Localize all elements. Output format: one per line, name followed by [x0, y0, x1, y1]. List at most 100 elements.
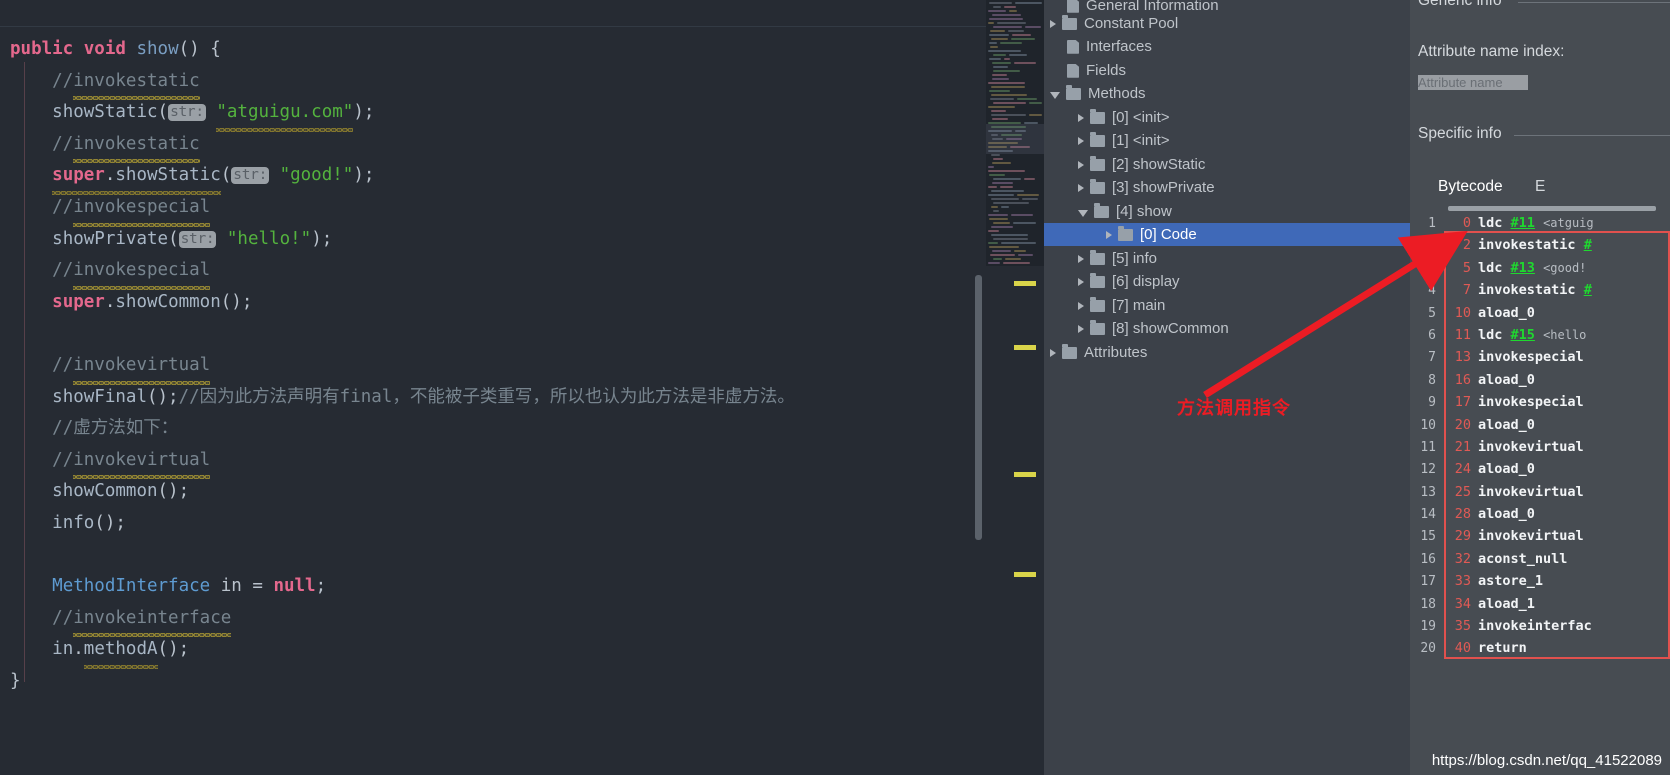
code-line[interactable]: in.methodA(); — [10, 634, 795, 669]
tree-item-5-info[interactable]: [5] info — [1044, 247, 1410, 270]
code-line[interactable]: info(); — [10, 508, 795, 540]
tree-item-6-display[interactable]: [6] display — [1044, 270, 1410, 293]
minimap-viewport-indicator[interactable] — [986, 124, 1044, 154]
code-line[interactable]: super.showCommon(); — [10, 287, 795, 319]
chevron-right-icon[interactable] — [1078, 160, 1084, 169]
code-editor-pane[interactable]: public void show() { //invokestatic show… — [0, 0, 1044, 775]
source-code[interactable]: public void show() { //invokestatic show… — [10, 34, 795, 697]
code-line[interactable]: //虚方法如下： — [10, 413, 795, 445]
keyword-token: void — [83, 39, 126, 59]
code-line[interactable]: showFinal();//因为此方法声明有final，不能被子类重写，所以也认… — [10, 382, 795, 414]
code-line[interactable]: //invokeinterface — [10, 603, 795, 637]
bytecode-row[interactable]: 11 21 invokevirtual — [1410, 436, 1670, 458]
tree-item-interfaces[interactable]: Interfaces — [1044, 35, 1410, 58]
code-line[interactable] — [10, 318, 795, 350]
bytecode-instruction-list[interactable]: 1 0 ldc #11 <atguig 2 2 invokestatic #3 5 ldc #… — [1410, 212, 1670, 660]
code-line[interactable]: public void show() { — [10, 34, 795, 66]
detail-tabs[interactable]: Bytecode E — [1410, 176, 1670, 202]
bytecode-row[interactable]: 10 20 aload_0 — [1410, 414, 1670, 436]
tree-item-4-show[interactable]: [4] show — [1044, 200, 1410, 223]
gutter-bookmark-icon[interactable] — [1014, 472, 1036, 477]
code-line[interactable]: showStatic(str: "atguigu.com"); — [10, 97, 795, 132]
tree-item-methods[interactable]: Methods — [1044, 82, 1410, 105]
code-line[interactable]: //invokespecial — [10, 255, 795, 290]
minimap-code-line — [1005, 258, 1021, 260]
code-line[interactable]: //invokevirtual — [10, 350, 795, 385]
attribute-detail-pane[interactable]: Generic info Attribute name index: Attri… — [1410, 0, 1670, 775]
tab-bytecode[interactable]: Bytecode — [1438, 178, 1503, 196]
minimap-code-line — [1001, 206, 1009, 208]
chevron-right-icon[interactable] — [1106, 230, 1112, 239]
code-line[interactable] — [10, 540, 795, 572]
chevron-right-icon[interactable] — [1078, 277, 1084, 286]
bytecode-row[interactable]: 6 11 ldc #15 <hello — [1410, 324, 1670, 346]
minimap-code-line — [992, 118, 1008, 120]
bytecode-row[interactable]: 4 7 invokestatic # — [1410, 279, 1670, 301]
tree-item-1-init[interactable]: [1] <init> — [1044, 129, 1410, 152]
bytecode-row[interactable]: 20 40 return — [1410, 637, 1670, 659]
bytecode-row[interactable]: 5 10 aload_0 — [1410, 302, 1670, 324]
bytecode-row[interactable]: 19 35 invokeinterfac — [1410, 615, 1670, 637]
bytecode-row[interactable]: 3 5 ldc #13 <good! — [1410, 257, 1670, 279]
bytecode-line-number: 11 — [1420, 439, 1436, 455]
code-line[interactable]: //invokespecial — [10, 192, 795, 227]
tree-item-constant-pool[interactable]: Constant Pool — [1044, 12, 1410, 35]
bytecode-row[interactable]: 15 29 invokevirtual — [1410, 525, 1670, 547]
tree-item-0-code[interactable]: [0] Code — [1044, 223, 1410, 247]
chevron-right-icon[interactable] — [1078, 136, 1084, 145]
code-line[interactable]: MethodInterface in = null; — [10, 571, 795, 603]
tree-item-attributes[interactable]: Attributes — [1044, 341, 1410, 364]
code-line[interactable]: //invokestatic — [10, 129, 795, 163]
bytecode-horizontal-scrollbar[interactable] — [1448, 206, 1656, 211]
bytecode-row[interactable]: 2 2 invokestatic # — [1410, 234, 1670, 256]
bytecode-line-number: 12 — [1420, 462, 1436, 478]
constant-pool-reference[interactable]: #13 — [1511, 260, 1535, 276]
code-line[interactable]: //invokevirtual — [10, 445, 795, 479]
tree-item-7-main[interactable]: [7] main — [1044, 294, 1410, 317]
chevron-right-icon[interactable] — [1078, 183, 1084, 192]
chevron-right-icon[interactable] — [1050, 19, 1056, 28]
bytecode-row[interactable]: 18 34 aload_1 — [1410, 593, 1670, 615]
tab-exceptions[interactable]: E — [1535, 178, 1545, 196]
tree-item-8-showcommon[interactable]: [8] showCommon — [1044, 317, 1410, 340]
bytecode-row[interactable]: 14 28 aload_0 — [1410, 503, 1670, 525]
attribute-name-index-value[interactable]: Attribute name — [1418, 75, 1528, 90]
class-structure-tree[interactable]: General Information Constant Pool Interfac… — [1044, 0, 1410, 775]
gutter-bookmark-icon[interactable] — [1014, 572, 1036, 577]
tree-item-label: [3] showPrivate — [1112, 179, 1215, 197]
constant-pool-reference[interactable]: #11 — [1511, 215, 1535, 231]
bytecode-row[interactable]: 12 24 aload_0 — [1410, 458, 1670, 480]
constant-pool-reference[interactable]: #15 — [1511, 327, 1535, 343]
chevron-right-icon[interactable] — [1078, 113, 1084, 122]
chevron-right-icon[interactable] — [1078, 301, 1084, 310]
chevron-down-icon[interactable] — [1050, 91, 1060, 99]
bytecode-row[interactable]: 13 25 invokevirtual — [1410, 481, 1670, 503]
bytecode-row[interactable]: 8 16 aload_0 — [1410, 369, 1670, 391]
tree-item-3-showprivate[interactable]: [3] showPrivate — [1044, 176, 1410, 199]
code-line[interactable]: showCommon(); — [10, 476, 795, 508]
tree-item-fields[interactable]: Fields — [1044, 59, 1410, 82]
comment-token: invokespecial — [73, 255, 210, 290]
bytecode-row[interactable]: 16 32 aconst_null — [1410, 548, 1670, 570]
chevron-down-icon[interactable] — [1078, 209, 1088, 217]
bytecode-row[interactable]: 1 0 ldc #11 <atguig — [1410, 212, 1670, 234]
bytecode-row[interactable]: 17 33 astore_1 — [1410, 570, 1670, 592]
chevron-right-icon[interactable] — [1078, 324, 1084, 333]
constant-pool-reference[interactable]: # — [1584, 282, 1592, 298]
editor-scrollbar-thumb[interactable] — [975, 275, 982, 540]
gutter-bookmark-icon[interactable] — [1014, 281, 1036, 286]
code-line[interactable]: showPrivate(str: "hello!"); — [10, 224, 795, 256]
gutter-bookmark-icon[interactable] — [1014, 345, 1036, 350]
code-line[interactable]: //invokestatic — [10, 66, 795, 100]
chevron-right-icon[interactable] — [1078, 254, 1084, 263]
code-line[interactable]: } — [10, 666, 795, 698]
chevron-right-icon[interactable] — [1050, 348, 1056, 357]
bytecode-offset: 34 — [1454, 595, 1471, 612]
constant-pool-reference[interactable]: # — [1584, 237, 1592, 253]
code-line[interactable]: super.showStatic(str: "good!"); — [10, 160, 795, 195]
bytecode-row[interactable]: 9 17 invokespecial — [1410, 391, 1670, 413]
bytecode-row[interactable]: 7 13 invokespecial — [1410, 346, 1670, 368]
tree-item-2-showstatic[interactable]: [2] showStatic — [1044, 153, 1410, 176]
tree-item-0-init[interactable]: [0] <init> — [1044, 106, 1410, 129]
code-minimap-thumbnail[interactable] — [986, 0, 1044, 266]
